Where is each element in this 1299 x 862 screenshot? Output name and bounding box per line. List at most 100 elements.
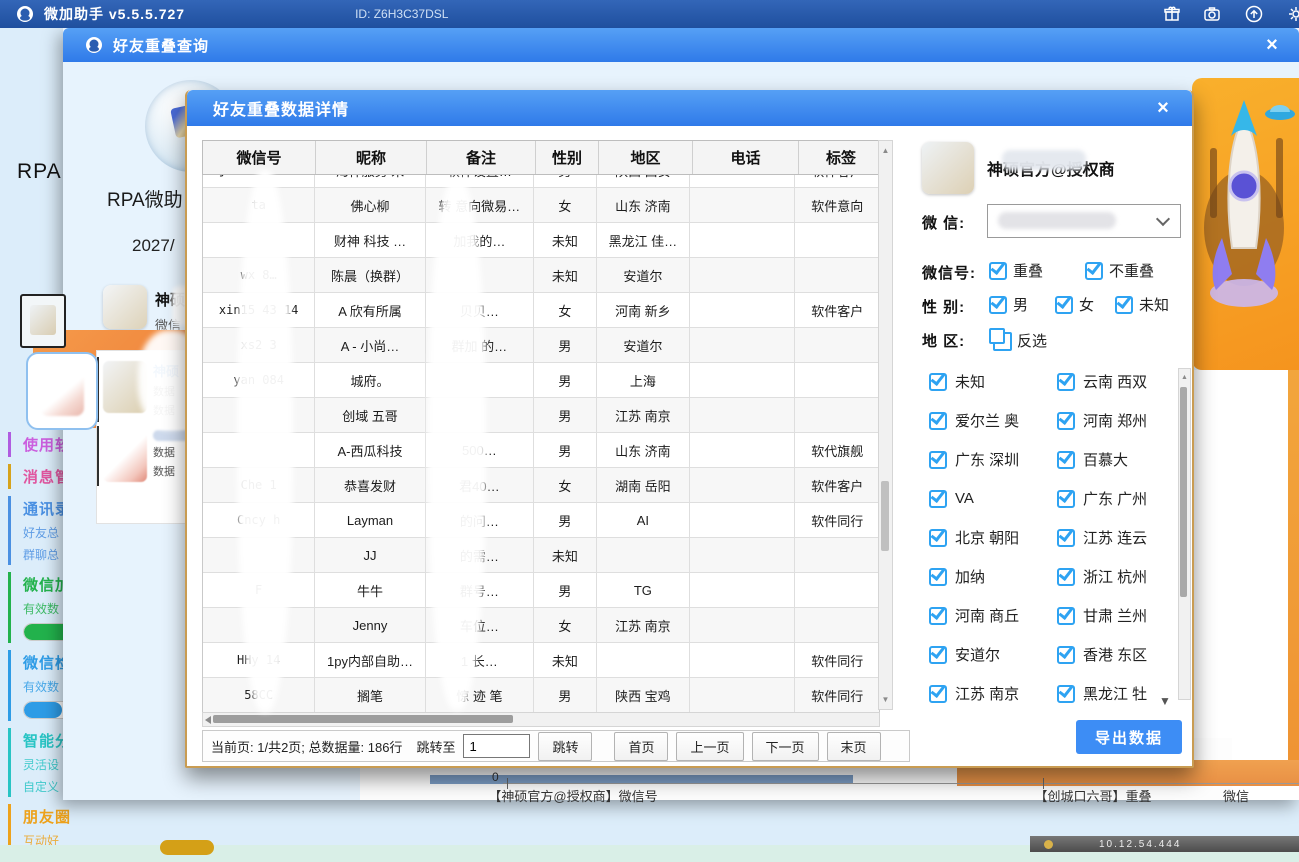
- checkbox-icon[interactable]: [1055, 296, 1073, 314]
- table-row[interactable]: F牛牛群号…男TG: [203, 573, 879, 608]
- region-vscrollbar[interactable]: ▲: [1178, 368, 1191, 700]
- checkbox-icon[interactable]: [929, 646, 947, 664]
- female-checkbox[interactable]: 女: [1055, 294, 1094, 315]
- table-hscrollbar[interactable]: [202, 712, 880, 727]
- settings-gear-icon[interactable]: [1287, 5, 1299, 23]
- region-checkbox[interactable]: 加纳: [929, 557, 1057, 596]
- table-row[interactable]: Che 1恭喜发财君40…女湖南 岳阳软件客户: [203, 468, 879, 503]
- jump-button[interactable]: 跳转: [538, 732, 592, 761]
- checkbox-icon[interactable]: [929, 529, 947, 547]
- upload-icon[interactable]: [1245, 5, 1263, 23]
- col-header-note[interactable]: 备注: [427, 141, 536, 174]
- checkbox-icon[interactable]: [929, 451, 947, 469]
- checkbox-icon[interactable]: [1115, 296, 1133, 314]
- gold-button[interactable]: [160, 840, 214, 855]
- region-checkbox[interactable]: 河南 商丘: [929, 596, 1057, 635]
- region-checkbox[interactable]: VA: [929, 479, 1057, 518]
- checkbox-icon[interactable]: [1057, 373, 1075, 391]
- region-checkbox[interactable]: 百慕大: [1057, 440, 1185, 479]
- col-header-wxid[interactable]: 微信号: [203, 141, 316, 174]
- wechat-select[interactable]: [987, 204, 1181, 238]
- region-checkbox[interactable]: 香港 东区: [1057, 635, 1185, 674]
- invert-selection-label[interactable]: 反选: [1017, 330, 1047, 351]
- table-row[interactable]: 创域 五哥男江苏 南京: [203, 398, 879, 433]
- table-row[interactable]: Jenny车位…女江苏 南京: [203, 608, 879, 643]
- sidebar-item[interactable]: 朋友圈互动好: [8, 804, 143, 851]
- scroll-up-icon[interactable]: ▲: [879, 144, 892, 158]
- table-vscrollbar[interactable]: ▲ ▼: [878, 140, 893, 710]
- checkbox-icon[interactable]: [1057, 685, 1075, 703]
- checkbox-icon[interactable]: [1057, 451, 1075, 469]
- checkbox-icon[interactable]: [1057, 646, 1075, 664]
- checkbox-icon[interactable]: [929, 685, 947, 703]
- region-checkbox[interactable]: 未知: [929, 362, 1057, 401]
- scroll-up-icon[interactable]: ▲: [1179, 371, 1190, 385]
- scroll-down-icon[interactable]: ▼: [879, 693, 892, 707]
- region-checkbox[interactable]: 江苏 南京: [929, 674, 1057, 713]
- table-row[interactable]: 财神 科技 …加我的…未知黑龙江 佳…: [203, 223, 879, 258]
- table-row[interactable]: 58CC搁笔惊 迹 笔男陕西 宝鸡软件同行: [203, 678, 879, 713]
- region-checkbox[interactable]: 江苏 连云: [1057, 518, 1185, 557]
- region-scroll-thumb[interactable]: [1180, 387, 1187, 597]
- export-data-button[interactable]: 导出数据: [1076, 720, 1182, 754]
- region-checkbox[interactable]: 甘肃 兰州: [1057, 596, 1185, 635]
- region-checkbox[interactable]: 云南 西双: [1057, 362, 1185, 401]
- account-list-item[interactable]: 神硕数据数据: [97, 357, 193, 422]
- checkbox-icon[interactable]: [929, 568, 947, 586]
- col-header-tag[interactable]: 标签: [799, 141, 883, 174]
- col-header-region[interactable]: 地区: [599, 141, 693, 174]
- region-checkbox[interactable]: 安道尔: [929, 635, 1057, 674]
- table-row[interactable]: A-西瓜科技500…男山东 济南软代旗舰: [203, 433, 879, 468]
- table-row[interactable]: wj···········海悍服务 宋软件设置…男陕西 西安软件客户: [203, 175, 879, 188]
- table-row[interactable]: HHy 141py内部自助…1 长…未知软件同行: [203, 643, 879, 678]
- overlap-checkbox[interactable]: 重叠: [989, 260, 1043, 281]
- col-header-nick[interactable]: 昵称: [316, 141, 427, 174]
- overlap-detail-titlebar[interactable]: 好友重叠数据详情 ×: [187, 90, 1192, 126]
- prev-page-button[interactable]: 上一页: [676, 732, 743, 761]
- first-page-button[interactable]: 首页: [614, 732, 668, 761]
- male-checkbox[interactable]: 男: [989, 294, 1028, 315]
- checkbox-icon[interactable]: [1057, 412, 1075, 430]
- next-page-button[interactable]: 下一页: [752, 732, 819, 761]
- checkbox-icon[interactable]: [1057, 490, 1075, 508]
- invert-selection-icon[interactable]: [993, 332, 1012, 351]
- table-row[interactable]: wx 8…陈晨（换群）未知安道尔: [203, 258, 879, 293]
- col-header-sex[interactable]: 性别: [536, 141, 599, 174]
- overlap-query-titlebar[interactable]: 好友重叠查询 ×: [63, 28, 1299, 62]
- checkbox-icon[interactable]: [929, 607, 947, 625]
- checkbox-icon[interactable]: [929, 490, 947, 508]
- region-checkbox[interactable]: 河南 郑州: [1057, 401, 1185, 440]
- checkbox-icon[interactable]: [1057, 529, 1075, 547]
- checkbox-icon[interactable]: [929, 412, 947, 430]
- checkbox-icon[interactable]: [989, 296, 1007, 314]
- jump-page-input[interactable]: [463, 734, 530, 758]
- region-checkbox[interactable]: 广东 广州: [1057, 479, 1185, 518]
- table-row[interactable]: xs2 3A - 小尚…群加 的…男安道尔: [203, 328, 879, 363]
- overlap-detail-close-icon[interactable]: ×: [1148, 97, 1178, 120]
- checkbox-icon[interactable]: [989, 262, 1007, 280]
- hscroll-thumb[interactable]: [213, 715, 513, 723]
- region-checkbox[interactable]: 广东 深圳: [929, 440, 1057, 479]
- scroll-left-icon[interactable]: [205, 716, 211, 724]
- account-tab-2[interactable]: [26, 352, 98, 430]
- account-list-item[interactable]: 数据数据: [97, 426, 193, 486]
- last-page-button[interactable]: 末页: [827, 732, 881, 761]
- table-row[interactable]: ta佛心柳转 意向微易…女山东 济南软件意向: [203, 188, 879, 223]
- checkbox-icon[interactable]: [1085, 262, 1103, 280]
- region-checkbox[interactable]: 爱尔兰 奥: [929, 401, 1057, 440]
- region-more-arrow-icon[interactable]: ▼: [1159, 694, 1171, 708]
- table-row[interactable]: Cncy hLayman的问…男AI软件同行: [203, 503, 879, 538]
- col-header-phone[interactable]: 电话: [693, 141, 799, 174]
- overlap-query-close-icon[interactable]: ×: [1257, 34, 1287, 57]
- gift-icon[interactable]: [1163, 5, 1181, 23]
- table-row[interactable]: JJ的需…未知: [203, 538, 879, 573]
- checkbox-icon[interactable]: [1057, 568, 1075, 586]
- checkbox-icon[interactable]: [1057, 607, 1075, 625]
- table-row[interactable]: yan 084城府。男上海: [203, 363, 879, 398]
- region-checkbox[interactable]: 北京 朝阳: [929, 518, 1057, 557]
- checkbox-icon[interactable]: [929, 373, 947, 391]
- table-row[interactable]: xin15 43 14A 欣有所属贝贝…女河南 新乡软件客户: [203, 293, 879, 328]
- unknown-checkbox[interactable]: 未知: [1115, 294, 1169, 315]
- region-checkbox[interactable]: 浙江 杭州: [1057, 557, 1185, 596]
- camera-icon[interactable]: [1203, 5, 1221, 23]
